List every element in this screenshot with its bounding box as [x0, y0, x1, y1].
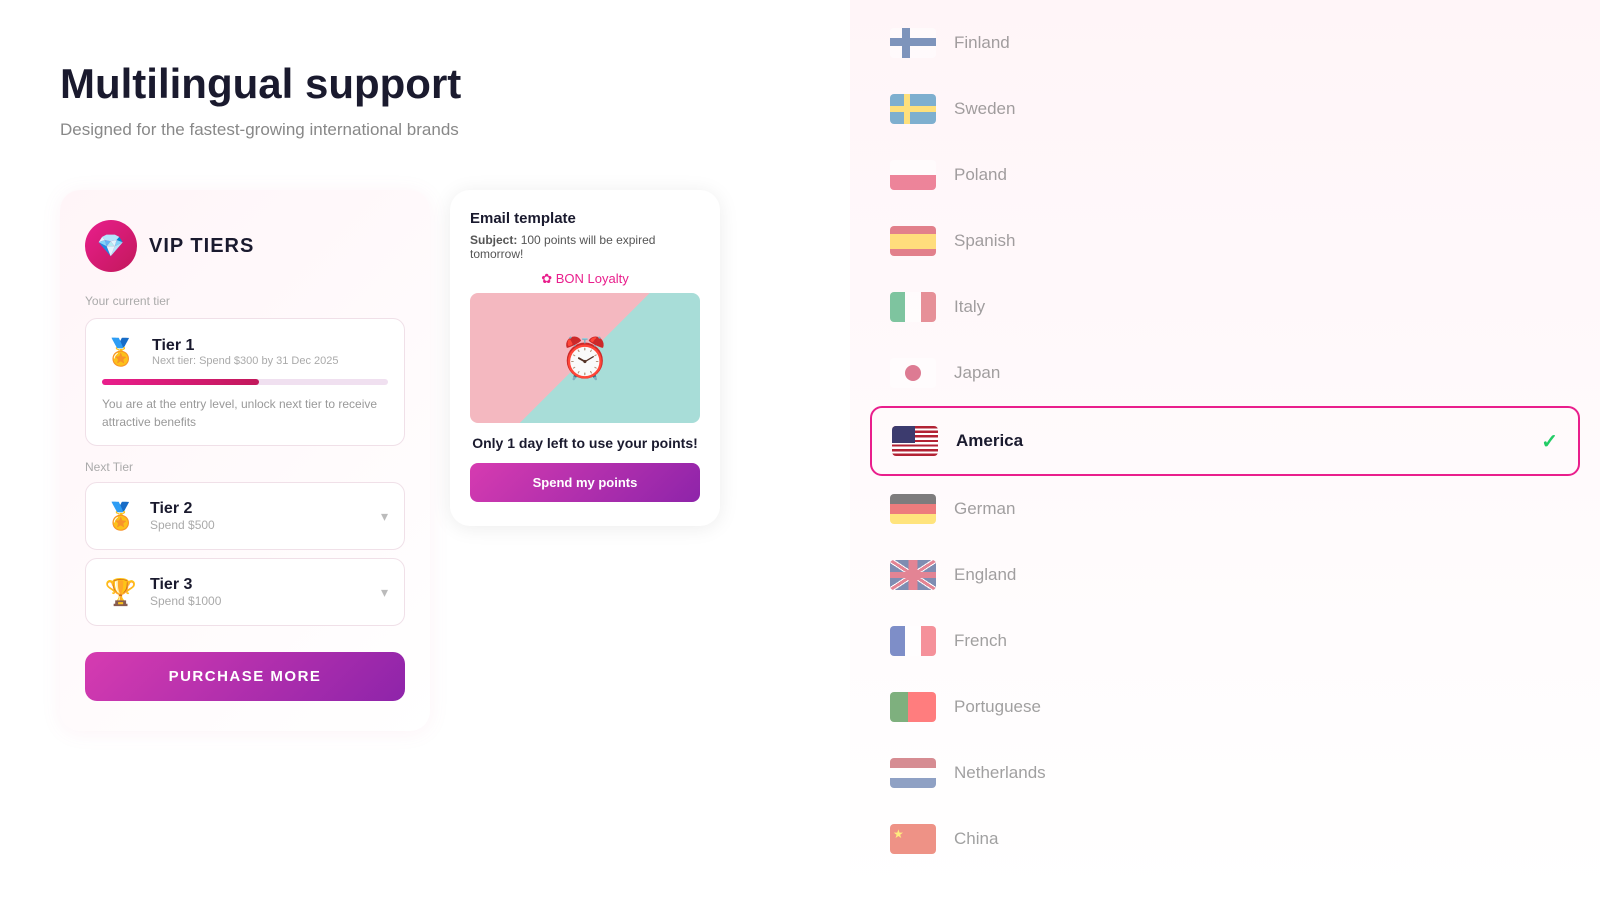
flag-america [892, 426, 938, 456]
tier3-name: Tier 3 [150, 576, 371, 594]
next-tier-label: Next Tier [85, 460, 405, 474]
vip-card: 💎 VIP TIERS Your current tier 🏅 Tier 1 N… [60, 190, 430, 731]
email-subject-label: Subject: [470, 233, 517, 247]
lang-item-portuguese[interactable]: Portuguese [850, 674, 1600, 740]
tier2-chevron-icon: ▾ [381, 508, 388, 525]
tier1-info: Tier 1 Next tier: Spend $300 by 31 Dec 2… [152, 337, 339, 367]
email-card: Email template Subject: 100 points will … [450, 190, 720, 526]
flag-england [890, 560, 936, 590]
tier1-next: Next tier: Spend $300 by 31 Dec 2025 [152, 355, 339, 367]
lang-item-poland[interactable]: Poland [850, 142, 1600, 208]
lang-check-america: ✓ [1541, 429, 1558, 454]
email-card-title: Email template [470, 210, 700, 227]
tier1-name: Tier 1 [152, 337, 339, 355]
flag-poland [890, 160, 936, 190]
email-hero-image: ⏰ [470, 293, 700, 423]
vip-header: 💎 VIP TIERS [85, 220, 405, 272]
tier2-name: Tier 2 [150, 500, 371, 518]
left-panel: Multilingual support Designed for the fa… [0, 0, 850, 900]
tier1-icon: 🏅 [102, 333, 140, 371]
flag-spanish [890, 226, 936, 256]
lang-name-french: French [954, 631, 1007, 651]
tier2-collapsible[interactable]: 🏅 Tier 2 Spend $500 ▾ [85, 482, 405, 550]
tier3-chevron-icon: ▾ [381, 584, 388, 601]
tier2-icon: 🏅 [102, 497, 140, 535]
current-tier-label: Your current tier [85, 294, 405, 308]
lang-name-portuguese: Portuguese [954, 697, 1041, 717]
spend-my-points-button[interactable]: Spend my points [470, 463, 700, 502]
flag-german [890, 494, 936, 524]
flag-italy [890, 292, 936, 322]
lang-item-netherlands[interactable]: Netherlands [850, 740, 1600, 806]
lang-name-sweden: Sweden [954, 99, 1015, 119]
flag-french [890, 626, 936, 656]
lang-item-german[interactable]: German [850, 476, 1600, 542]
lang-item-china[interactable]: ★ China [850, 806, 1600, 872]
bon-brand-icon: ✿ [541, 271, 552, 286]
lang-name-german: German [954, 499, 1015, 519]
lang-name-spanish: Spanish [954, 231, 1015, 251]
tier2-spend: Spend $500 [150, 518, 371, 532]
lang-item-spanish[interactable]: Spanish [850, 208, 1600, 274]
lang-name-china: China [954, 829, 998, 849]
vip-diamond-icon: 💎 [85, 220, 137, 272]
lang-item-french[interactable]: French [850, 608, 1600, 674]
page-title: Multilingual support [60, 60, 790, 108]
email-subject: Subject: 100 points will be expired tomo… [470, 233, 700, 261]
vip-title: VIP TIERS [149, 235, 254, 258]
purchase-more-button[interactable]: PURCHASE MORE [85, 652, 405, 701]
lang-name-italy: Italy [954, 297, 985, 317]
right-panel: Finland Sweden Poland Spanish Italy Japa… [850, 0, 1600, 900]
flag-netherlands [890, 758, 936, 788]
flag-sweden [890, 94, 936, 124]
lang-item-finland[interactable]: Finland [850, 10, 1600, 76]
tier3-info: Tier 3 Spend $1000 [150, 576, 371, 608]
cards-row: 💎 VIP TIERS Your current tier 🏅 Tier 1 N… [60, 190, 790, 731]
tier3-spend: Spend $1000 [150, 594, 371, 608]
tier3-icon: 🏆 [102, 573, 140, 611]
lang-item-japan[interactable]: Japan [850, 340, 1600, 406]
lang-name-england: England [954, 565, 1016, 585]
lang-item-sweden[interactable]: Sweden [850, 76, 1600, 142]
flag-finland [890, 28, 936, 58]
lang-name-japan: Japan [954, 363, 1000, 383]
bon-logo: ✿ BON Loyalty [470, 271, 700, 287]
tier2-info: Tier 2 Spend $500 [150, 500, 371, 532]
lang-item-england[interactable]: England [850, 542, 1600, 608]
email-cta-text: Only 1 day left to use your points! [470, 435, 700, 451]
tier1-desc: You are at the entry level, unlock next … [102, 395, 388, 431]
progress-bar-fill [102, 379, 259, 385]
bon-brand-name: BON Loyalty [556, 271, 629, 286]
tier3-collapsible[interactable]: 🏆 Tier 3 Spend $1000 ▾ [85, 558, 405, 626]
progress-bar-bg [102, 379, 388, 385]
lang-name-america: America [956, 431, 1023, 451]
flag-china: ★ [890, 824, 936, 854]
flag-japan [890, 358, 936, 388]
lang-name-finland: Finland [954, 33, 1010, 53]
flag-portuguese [890, 692, 936, 722]
lang-name-poland: Poland [954, 165, 1007, 185]
lang-item-america[interactable]: America ✓ [870, 406, 1580, 476]
tier1-box: 🏅 Tier 1 Next tier: Spend $300 by 31 Dec… [85, 318, 405, 446]
tier1-row: 🏅 Tier 1 Next tier: Spend $300 by 31 Dec… [102, 333, 388, 371]
lang-item-italy[interactable]: Italy [850, 274, 1600, 340]
lang-name-netherlands: Netherlands [954, 763, 1046, 783]
page-subtitle: Designed for the fastest-growing interna… [60, 120, 790, 140]
